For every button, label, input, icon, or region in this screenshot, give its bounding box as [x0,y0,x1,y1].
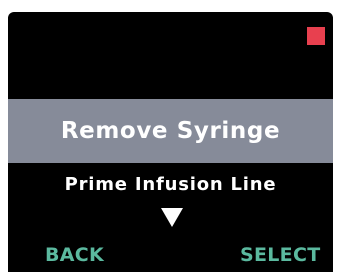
menu-item-selected-label: Remove Syringe [60,118,281,144]
menu-item-selected[interactable]: Remove Syringe [8,99,333,163]
back-button[interactable]: BACK [45,244,104,266]
status-indicator-icon [307,27,325,45]
select-button[interactable]: SELECT [240,244,320,266]
device-screen: Remove Syringe Prime Infusion Line BACK … [8,12,333,272]
triangle-down-icon [161,208,183,227]
menu-item-next[interactable]: Prime Infusion Line [8,174,333,195]
